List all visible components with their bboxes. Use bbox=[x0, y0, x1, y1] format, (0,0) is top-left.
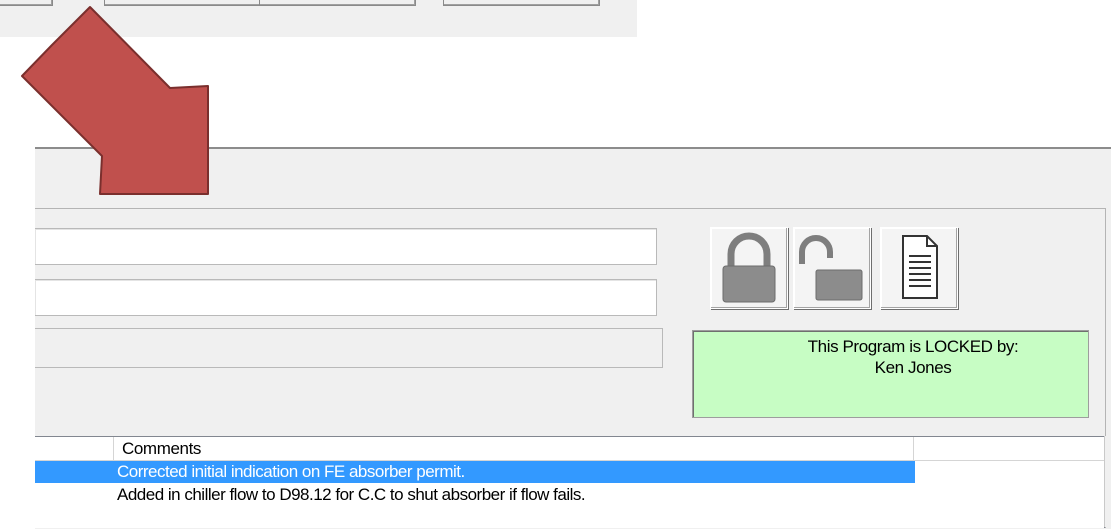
top-toolbar-button-4[interactable] bbox=[443, 0, 600, 6]
column-header-comments-label: Comments bbox=[122, 439, 201, 458]
unlock-icon bbox=[799, 235, 863, 301]
column-header-3[interactable] bbox=[914, 437, 1104, 460]
document-icon bbox=[902, 235, 938, 299]
unlock-button[interactable] bbox=[793, 227, 871, 309]
program-description-field[interactable] bbox=[35, 279, 657, 316]
lock-icon bbox=[722, 232, 776, 303]
list-vertical-scrollbar[interactable] bbox=[1104, 436, 1111, 527]
image-fade-edge bbox=[0, 380, 35, 527]
list-item-comment: Corrected initial indication on FE absor… bbox=[117, 462, 465, 481]
column-header-comments[interactable]: Comments bbox=[114, 437, 914, 460]
list-item[interactable]: Added in chiller flow to D98.12 for C.C … bbox=[35, 484, 1035, 506]
program-name-field[interactable] bbox=[35, 228, 657, 265]
lock-owner-name: Ken Jones bbox=[874, 358, 952, 377]
lock-button[interactable] bbox=[710, 227, 788, 309]
top-toolbar-button-1[interactable] bbox=[0, 0, 53, 6]
program-readonly-field bbox=[35, 328, 663, 368]
list-header: Comments bbox=[35, 437, 1104, 461]
top-toolbar-button-2[interactable] bbox=[104, 0, 261, 6]
lock-status-panel: This Program is LOCKED by: Ken Jones bbox=[692, 330, 1089, 418]
document-button[interactable] bbox=[880, 227, 958, 309]
list-item-selected[interactable]: Corrected initial indication on FE absor… bbox=[35, 461, 915, 483]
column-header-1[interactable] bbox=[35, 437, 114, 460]
comments-list: Comments Corrected initial indication on… bbox=[35, 436, 1105, 528]
lock-status-text: This Program is LOCKED by: bbox=[807, 337, 1019, 356]
list-item-comment: Added in chiller flow to D98.12 for C.C … bbox=[117, 485, 586, 504]
top-toolbar-button-3[interactable] bbox=[259, 0, 416, 6]
top-toolbar-strip bbox=[0, 0, 637, 37]
